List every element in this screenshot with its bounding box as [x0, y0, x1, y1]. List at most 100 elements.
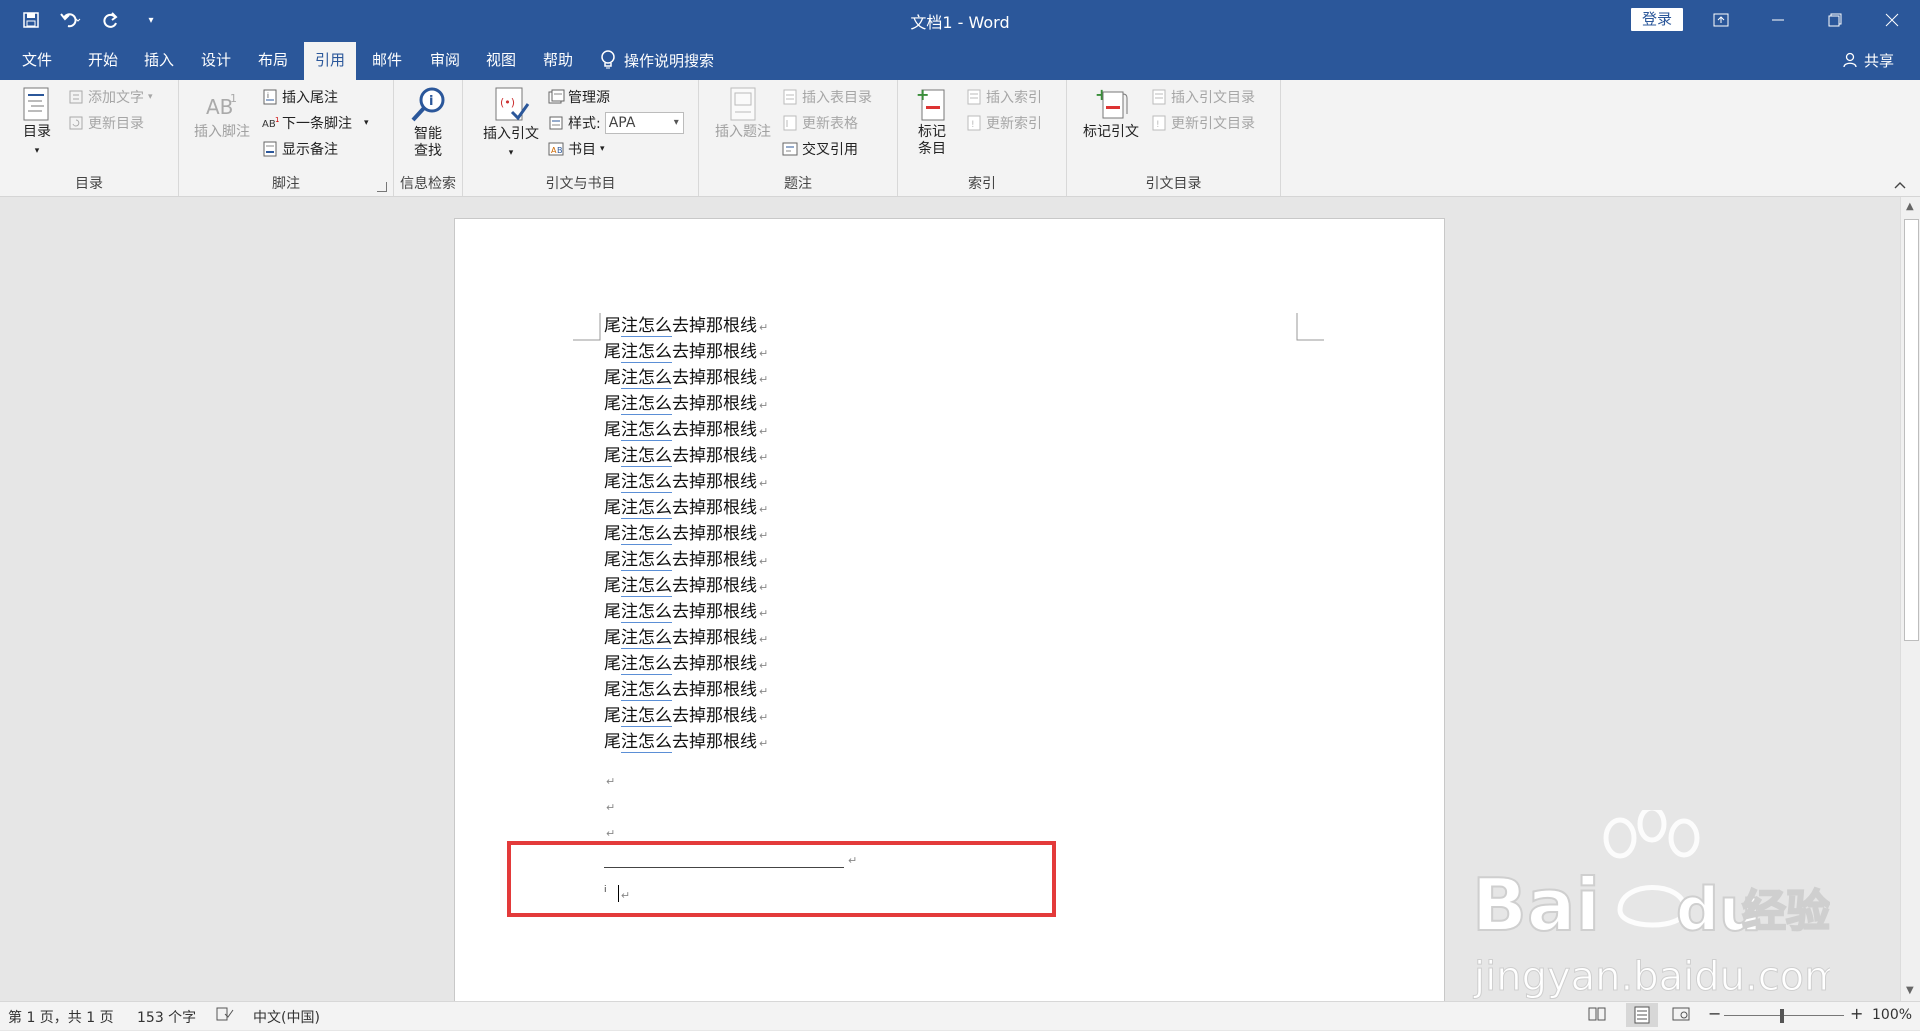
language[interactable]: 中文(中国)	[253, 1007, 320, 1027]
vertical-scrollbar[interactable]: ▲ ▼	[1900, 197, 1920, 1001]
body-line[interactable]: 尾注怎么去掉那根线 ↵	[604, 729, 768, 755]
share-button[interactable]: 共享	[1842, 40, 1894, 80]
update-index-button[interactable]: ! 更新索引	[966, 112, 1042, 134]
citation-style-select[interactable]: 样式: APA	[548, 112, 684, 134]
next-footnote-label: 下一条脚注	[282, 116, 352, 132]
smart-lookup-button[interactable]: i 智能 查找	[402, 86, 454, 160]
tab-layout[interactable]: 布局	[248, 40, 298, 80]
insert-citation-icon: (•)	[495, 87, 530, 121]
tab-insert[interactable]: 插入	[134, 40, 184, 80]
restore-icon[interactable]	[1806, 0, 1863, 40]
cross-reference-button[interactable]: 交叉引用	[782, 138, 858, 160]
body-line[interactable]: 尾注怎么去掉那根线 ↵	[604, 391, 768, 417]
zoom-level[interactable]: 100%	[1872, 1007, 1912, 1023]
add-text-button[interactable]: 添加文字 ▾	[68, 86, 153, 108]
undo-icon[interactable]	[58, 7, 84, 33]
bibliography-button[interactable]: AB 书目 ▾	[548, 138, 605, 160]
read-mode-icon[interactable]	[1588, 1006, 1606, 1026]
ribbon-display-options-icon[interactable]	[1692, 0, 1749, 40]
update-toa-button[interactable]: ! 更新引文目录	[1151, 112, 1255, 134]
login-button[interactable]: 登录	[1631, 8, 1683, 31]
body-line[interactable]: 尾注怎么去掉那根线 ↵	[604, 599, 768, 625]
tab-mailings[interactable]: 邮件	[362, 40, 412, 80]
insert-endnote-icon: i	[262, 89, 278, 105]
word-count[interactable]: 153 个字	[137, 1007, 196, 1027]
insert-table-of-figures-button[interactable]: 插入表目录	[782, 86, 872, 108]
body-line[interactable]: 尾注怎么去掉那根线 ↵	[604, 703, 768, 729]
body-line[interactable]: 尾注怎么去掉那根线 ↵	[604, 417, 768, 443]
next-footnote-button[interactable]: AB 1 下一条脚注 ▾	[262, 112, 369, 134]
minimize-icon[interactable]	[1749, 0, 1806, 40]
style-value[interactable]: APA	[604, 112, 684, 134]
insert-endnote-button[interactable]: i 插入尾注	[262, 86, 338, 108]
body-line[interactable]: 尾注怎么去掉那根线 ↵	[604, 313, 768, 339]
manage-sources-button[interactable]: 管理源	[548, 86, 610, 108]
next-footnote-icon: AB 1	[262, 115, 279, 131]
insert-citation-button[interactable]: (•) 插入引文 ▾	[479, 86, 543, 162]
tab-file[interactable]: 文件	[12, 40, 62, 80]
zoom-slider-track[interactable]	[1724, 1015, 1844, 1016]
zoom-in-icon[interactable]: +	[1850, 1004, 1863, 1023]
zoom-slider-thumb[interactable]	[1780, 1009, 1784, 1023]
print-layout-icon[interactable]	[1626, 1003, 1658, 1027]
show-notes-button[interactable]: 显示备注	[262, 138, 338, 160]
page-count[interactable]: 第 1 页，共 1 页	[8, 1007, 114, 1027]
insert-caption-button[interactable]: 插入题注	[711, 86, 775, 141]
update-table-button[interactable]: 更新表格	[782, 112, 858, 134]
mark-entry-icon: +	[916, 86, 945, 121]
scroll-thumb[interactable]	[1904, 219, 1919, 641]
update-table-icon	[782, 115, 798, 131]
insert-footnote-button[interactable]: AB 1 插入脚注	[189, 86, 255, 141]
scroll-up-icon[interactable]: ▲	[1906, 201, 1914, 212]
body-line[interactable]: 尾注怎么去掉那根线 ↵	[604, 365, 768, 391]
empty-paragraph[interactable]: ↵	[604, 793, 615, 819]
body-line[interactable]: 尾注怎么去掉那根线 ↵	[604, 651, 768, 677]
body-line[interactable]: 尾注怎么去掉那根线 ↵	[604, 677, 768, 703]
redo-icon[interactable]	[98, 7, 124, 33]
footnote-icon: AB1	[206, 92, 237, 119]
paragraph-mark: ↵	[759, 555, 769, 568]
toc-button[interactable]: 目录 ▾	[14, 86, 60, 160]
line-text-c: 去掉那根线	[672, 732, 757, 752]
tab-view[interactable]: 视图	[476, 40, 526, 80]
toc-icon	[23, 87, 49, 121]
paragraph-mark: ↵	[759, 477, 769, 490]
close-icon[interactable]	[1863, 0, 1920, 40]
line-text-a: 尾	[604, 472, 621, 492]
style-icon	[548, 115, 564, 131]
customize-qat-icon[interactable]: ▾	[138, 7, 164, 33]
save-icon[interactable]	[18, 7, 44, 33]
table-of-figures-icon	[782, 89, 798, 105]
empty-paragraph[interactable]: ↵	[604, 767, 615, 793]
line-text-underlined: 注怎么	[621, 394, 672, 415]
group-research-label: 信息检索	[400, 176, 456, 192]
line-text-a: 尾	[604, 576, 621, 596]
paragraph-mark: ↵	[759, 685, 769, 698]
line-text-c: 去掉那根线	[672, 394, 757, 414]
body-line[interactable]: 尾注怎么去掉那根线 ↵	[604, 573, 768, 599]
body-line[interactable]: 尾注怎么去掉那根线 ↵	[604, 469, 768, 495]
body-line[interactable]: 尾注怎么去掉那根线 ↵	[604, 443, 768, 469]
cross-reference-label: 交叉引用	[802, 142, 858, 158]
zoom-out-icon[interactable]: −	[1708, 1004, 1721, 1023]
mark-entry-button[interactable]: + 标记 条目	[910, 86, 954, 158]
body-line[interactable]: 尾注怎么去掉那根线 ↵	[604, 495, 768, 521]
tab-review[interactable]: 审阅	[420, 40, 470, 80]
tell-me-search[interactable]: 操作说明搜索	[600, 40, 714, 80]
web-layout-icon[interactable]	[1672, 1006, 1690, 1026]
insert-index-button[interactable]: 插入索引	[966, 86, 1042, 108]
tab-help[interactable]: 帮助	[533, 40, 583, 80]
scroll-down-icon[interactable]: ▼	[1906, 985, 1914, 996]
collapse-ribbon-icon[interactable]	[1894, 178, 1906, 193]
mark-citation-button[interactable]: + 标记引文	[1077, 86, 1145, 141]
insert-toa-button[interactable]: 插入引文目录	[1151, 86, 1255, 108]
body-line[interactable]: 尾注怎么去掉那根线 ↵	[604, 625, 768, 651]
tab-design[interactable]: 设计	[191, 40, 241, 80]
update-toc-button[interactable]: 更新目录	[68, 112, 144, 134]
tab-home[interactable]: 开始	[78, 40, 128, 80]
proofing-icon[interactable]	[216, 1006, 234, 1026]
body-line[interactable]: 尾注怎么去掉那根线 ↵	[604, 547, 768, 573]
body-line[interactable]: 尾注怎么去掉那根线 ↵	[604, 521, 768, 547]
tab-references[interactable]: 引用	[304, 42, 356, 80]
body-line[interactable]: 尾注怎么去掉那根线 ↵	[604, 339, 768, 365]
